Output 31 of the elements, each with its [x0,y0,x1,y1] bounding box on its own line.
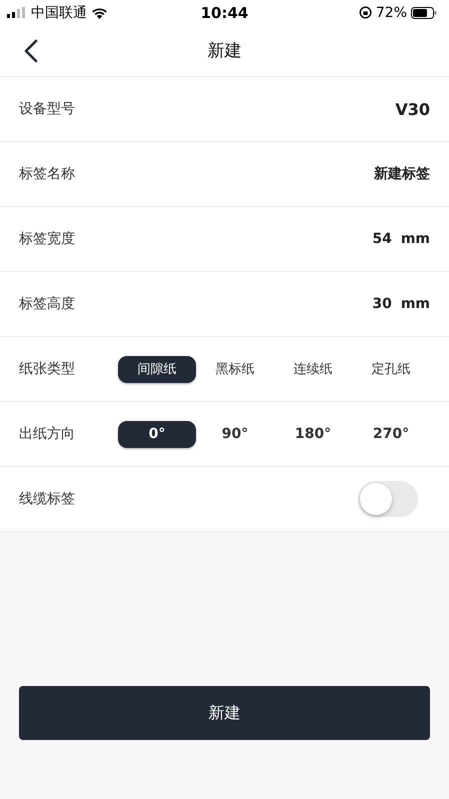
row-label: 出纸方向 [19,425,76,443]
battery-icon [411,6,437,18]
segment-option[interactable]: 0° [118,420,196,448]
segment-option[interactable]: 定孔纸 [352,356,430,382]
wifi-icon [91,6,108,18]
battery-percent: 72% [376,4,407,20]
row-label: 标签宽度 [19,230,76,248]
page-title: 新建 [208,41,242,61]
row-value: 54 [372,231,392,247]
row-value: 30 [372,296,392,312]
row-label: 线缆标签 [19,490,76,508]
unit-label: mm [400,296,430,312]
rotation-lock-icon [358,6,372,19]
clock-time: 10:44 [200,4,248,22]
signal-icon [7,7,27,18]
unit-label: mm [400,231,430,247]
segment-option[interactable]: 90° [196,420,274,448]
toggle-switch[interactable] [358,481,418,517]
segment-option[interactable]: 黑标纸 [196,356,274,382]
row-value: 新建标签 [374,165,430,183]
row-value: V30 [395,100,430,118]
row-label: 纸张类型 [19,360,76,378]
create-button[interactable]: 新建 [19,686,430,740]
row-label: 设备型号 [19,100,76,118]
segment-option[interactable]: 270° [352,420,430,448]
row-label: 标签高度 [19,295,76,313]
segment-option[interactable]: 间隙纸 [118,356,196,382]
carrier-name: 中国联通 [31,4,87,22]
segment-option[interactable]: 180° [274,420,352,448]
row-label: 标签名称 [19,165,76,183]
segment-option[interactable]: 连续纸 [274,356,352,382]
